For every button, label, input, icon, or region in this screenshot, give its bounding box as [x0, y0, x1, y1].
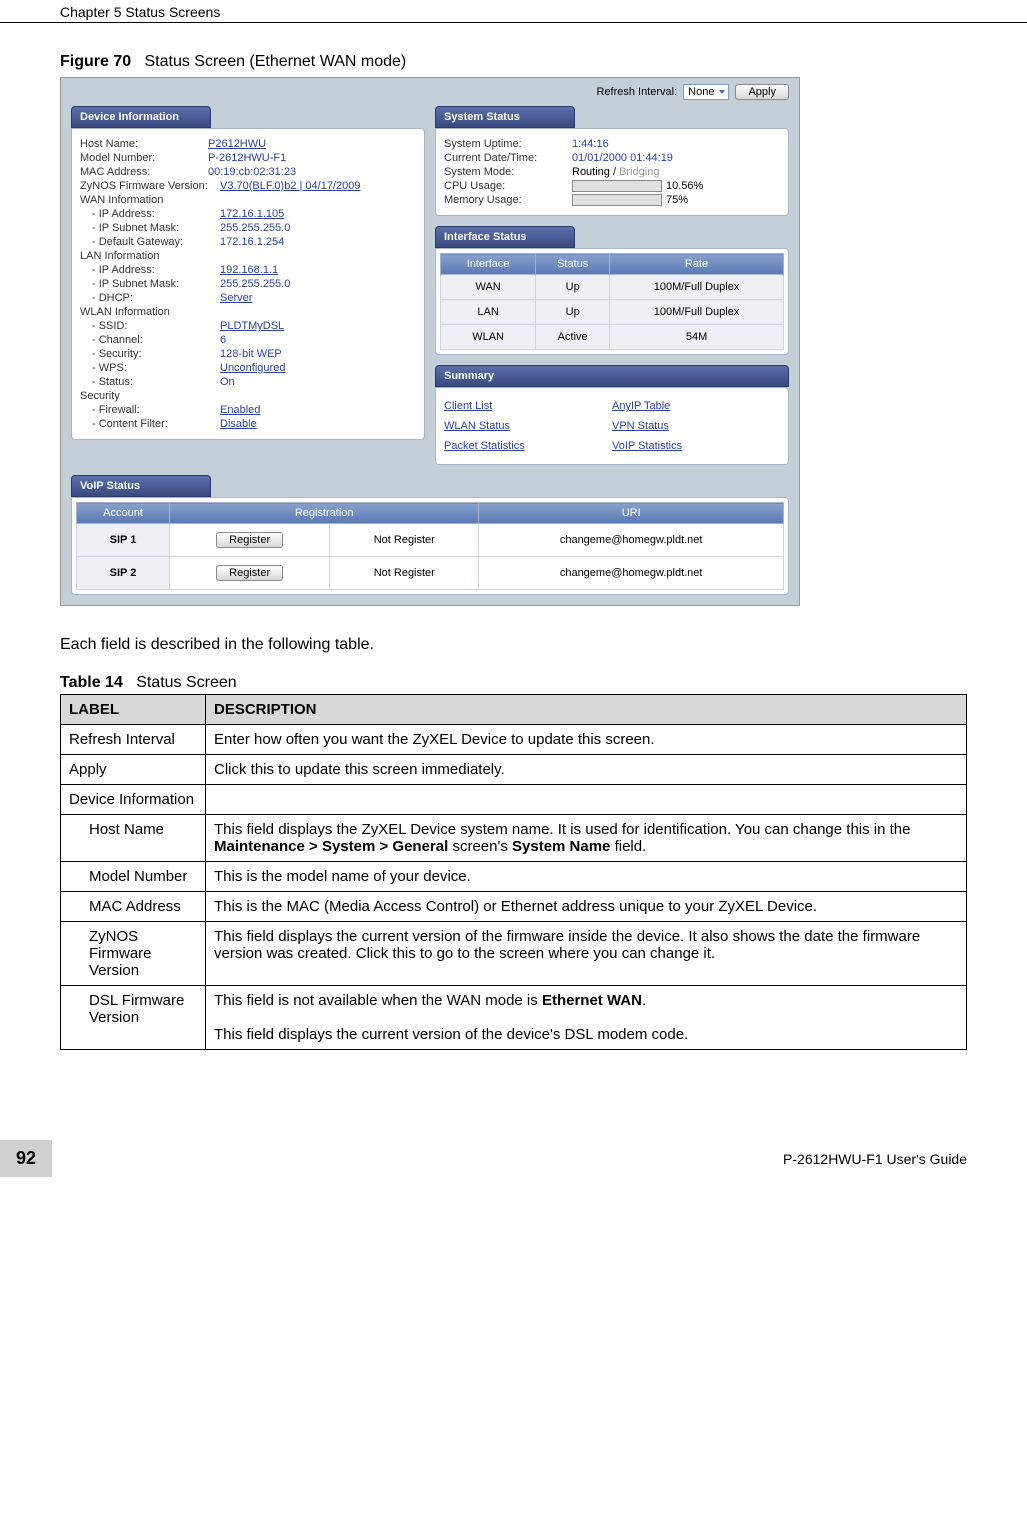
content-filter-value[interactable]: Disable	[220, 418, 257, 430]
ssid-value[interactable]: PLDTMyDSL	[220, 320, 284, 332]
wan-info-label: WAN Information	[80, 194, 208, 206]
refresh-label: Refresh Interval:	[596, 86, 677, 98]
intro-text: Each field is described in the following…	[60, 636, 967, 654]
table-row: WANUp100M/Full Duplex	[441, 275, 784, 300]
firmware-version-label: ZyNOS Firmware Version:	[80, 180, 220, 192]
content-filter-label: - Content Filter:	[92, 418, 220, 430]
anyip-table-link[interactable]: AnyIP Table	[612, 400, 780, 412]
device-info-header: Device Information	[71, 106, 211, 128]
mac-address-value: 00:19:cb:02:31:23	[208, 166, 296, 178]
refresh-interval-select[interactable]: None	[683, 84, 729, 100]
wan-ip-label: - IP Address:	[92, 208, 220, 220]
screenshot-container: Refresh Interval: None Apply Device Info…	[60, 77, 800, 606]
firewall-value[interactable]: Enabled	[220, 404, 260, 416]
system-status-header: System Status	[435, 106, 575, 128]
wlan-status-link[interactable]: WLAN Status	[444, 420, 612, 432]
lan-dhcp-label: - DHCP:	[92, 292, 220, 304]
voip-table: AccountRegistrationURI SIP 1RegisterNot …	[76, 502, 784, 590]
register-button[interactable]: Register	[216, 532, 283, 548]
table-row: Device Information	[61, 785, 967, 815]
model-number-value: P-2612HWU-F1	[208, 152, 286, 164]
table-row: LANUp100M/Full Duplex	[441, 300, 784, 325]
security-label: - Security:	[92, 348, 220, 360]
lan-dhcp-value[interactable]: Server	[220, 292, 252, 304]
host-name-label: Host Name:	[80, 138, 208, 150]
wan-subnet-value: 255.255.255.0	[220, 222, 290, 234]
uptime-label: System Uptime:	[444, 138, 572, 150]
wan-subnet-label: - IP Subnet Mask:	[92, 222, 220, 234]
sysmode-label: System Mode:	[444, 166, 572, 178]
client-list-link[interactable]: Client List	[444, 400, 612, 412]
lan-subnet-value: 255.255.255.0	[220, 278, 290, 290]
vpn-status-link[interactable]: VPN Status	[612, 420, 780, 432]
security-section-label: Security	[80, 390, 208, 402]
table-row: Host NameThis field displays the ZyXEL D…	[61, 815, 967, 862]
wlan-status-value: On	[220, 376, 235, 388]
model-number-label: Model Number:	[80, 152, 208, 164]
datetime-value: 01/01/2000 01:44:19	[572, 152, 673, 164]
lan-info-label: LAN Information	[80, 250, 208, 262]
sysmode-value: Routing / Bridging	[572, 166, 659, 178]
description-table: LABELDESCRIPTION Refresh IntervalEnter h…	[60, 694, 967, 1050]
lan-subnet-label: - IP Subnet Mask:	[92, 278, 220, 290]
table-row: DSL Firmware VersionThis field is not av…	[61, 986, 967, 1050]
memory-bar: 75%	[572, 194, 688, 206]
table-row: SIP 2RegisterNot Registerchangeme@homegw…	[77, 557, 784, 590]
firewall-label: - Firewall:	[92, 404, 220, 416]
table-row: Model NumberThis is the model name of yo…	[61, 862, 967, 892]
cpu-label: CPU Usage:	[444, 180, 572, 192]
table-row: ZyNOS Firmware VersionThis field display…	[61, 922, 967, 986]
interface-status-header: Interface Status	[435, 226, 575, 248]
table-caption: Table 14 Status Screen	[60, 674, 967, 692]
interface-table: InterfaceStatusRate WANUp100M/Full Duple…	[440, 253, 784, 350]
security-value: 128-bit WEP	[220, 348, 282, 360]
uptime-value: 1:44:16	[572, 138, 609, 150]
ssid-label: - SSID:	[92, 320, 220, 332]
summary-header: Summary	[435, 365, 789, 387]
table-row: WLANActive54M	[441, 325, 784, 350]
cpu-bar: 10.56%	[572, 180, 703, 192]
register-button[interactable]: Register	[216, 565, 283, 581]
lan-ip-label: - IP Address:	[92, 264, 220, 276]
voip-stats-link[interactable]: VoIP Statistics	[612, 440, 780, 452]
channel-label: - Channel:	[92, 334, 220, 346]
table-row: SIP 1RegisterNot Registerchangeme@homegw…	[77, 524, 784, 557]
firmware-version-value[interactable]: V3.70(BLF.0)b2 | 04/17/2009	[220, 180, 360, 192]
wlan-info-label: WLAN Information	[80, 306, 208, 318]
figure-caption: Figure 70 Status Screen (Ethernet WAN mo…	[60, 53, 967, 71]
wan-ip-value[interactable]: 172.16.1.105	[220, 208, 284, 220]
wan-gateway-label: - Default Gateway:	[92, 236, 220, 248]
voip-status-header: VoIP Status	[71, 475, 211, 497]
table-row: ApplyClick this to update this screen im…	[61, 755, 967, 785]
datetime-label: Current Date/Time:	[444, 152, 572, 164]
wps-label: - WPS:	[92, 362, 220, 374]
page-number: 92	[0, 1140, 52, 1177]
table-row: Refresh IntervalEnter how often you want…	[61, 725, 967, 755]
memory-label: Memory Usage:	[444, 194, 572, 206]
guide-name: P-2612HWU-F1 User's Guide	[783, 1151, 1027, 1167]
lan-ip-value[interactable]: 192.168.1.1	[220, 264, 278, 276]
apply-button[interactable]: Apply	[735, 84, 789, 100]
packet-stats-link[interactable]: Packet Statistics	[444, 440, 612, 452]
host-name-value[interactable]: P2612HWU	[208, 138, 266, 150]
channel-value: 6	[220, 334, 226, 346]
wan-gateway-value: 172.16.1.254	[220, 236, 284, 248]
wps-value[interactable]: Unconfigured	[220, 362, 285, 374]
table-row: MAC AddressThis is the MAC (Media Access…	[61, 892, 967, 922]
chapter-title: Chapter 5 Status Screens	[60, 4, 220, 20]
wlan-status-label: - Status:	[92, 376, 220, 388]
mac-address-label: MAC Address:	[80, 166, 208, 178]
